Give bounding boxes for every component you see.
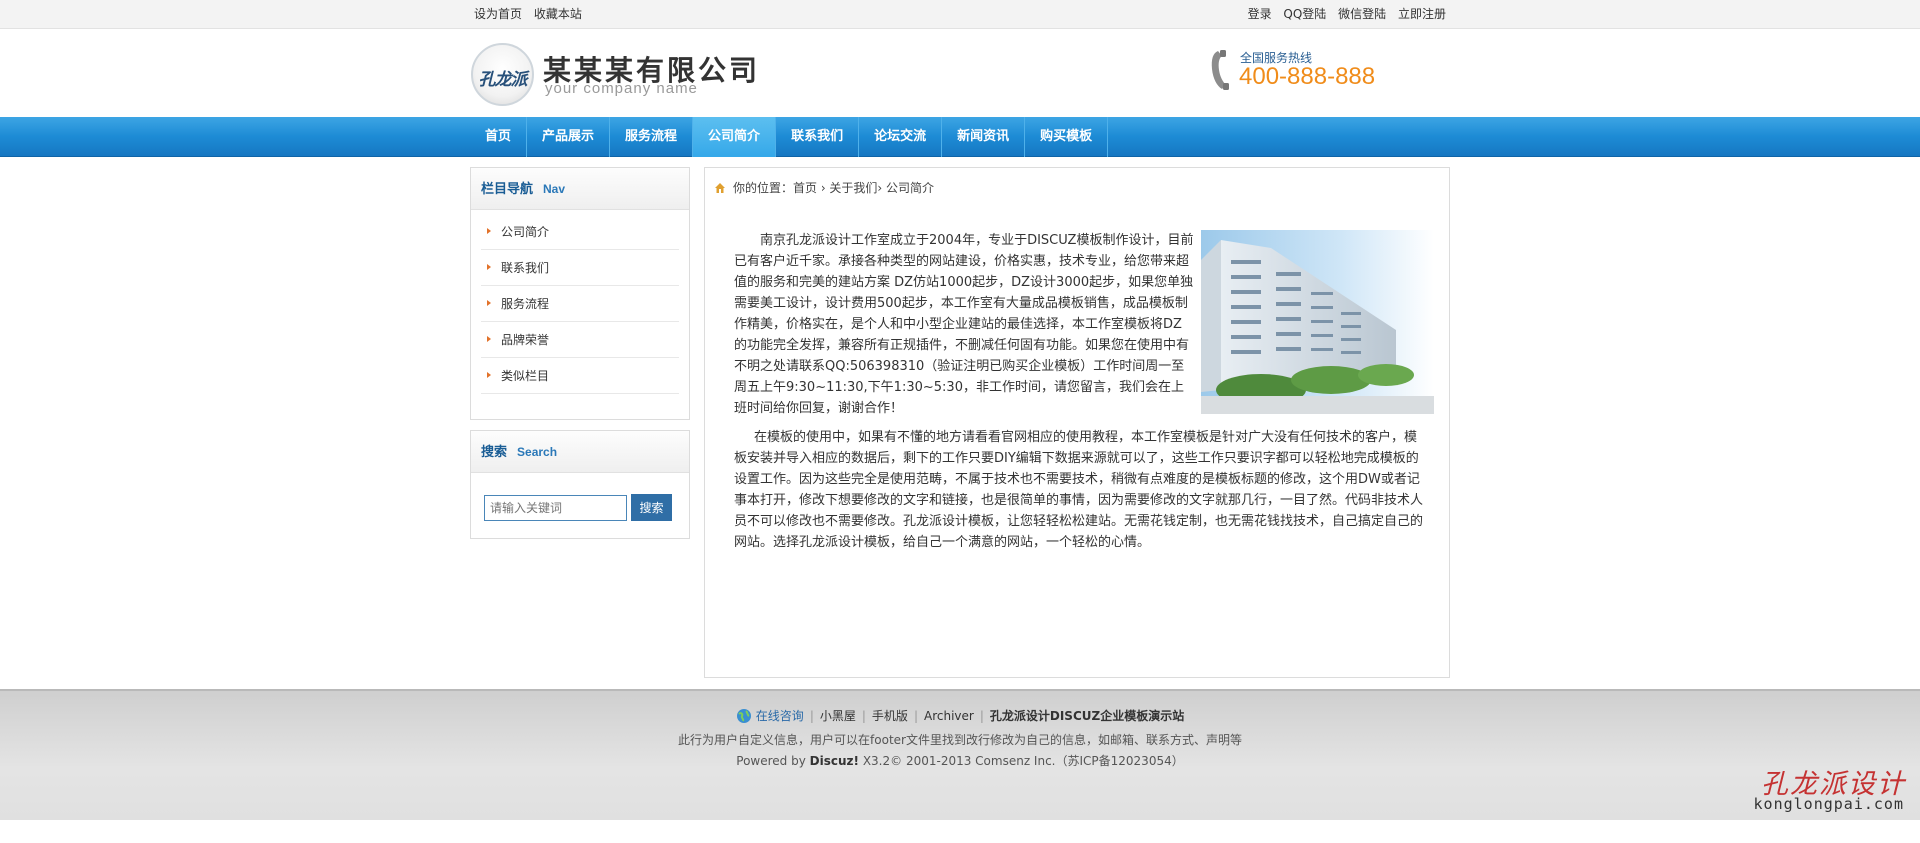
sidebar-item-label: 服务流程 (501, 297, 550, 311)
top-bar: 设为首页 收藏本站 登录 QQ登陆 微信登陆 立即注册 (0, 0, 1920, 29)
page-bottom-strip (0, 820, 1920, 843)
online-consult-button[interactable]: 在线咨询 (736, 707, 804, 724)
register-link[interactable]: 立即注册 (1398, 7, 1446, 21)
company-name-en: your company name (545, 80, 698, 97)
login-link[interactable]: 登录 (1248, 7, 1272, 21)
search-input[interactable] (484, 495, 627, 521)
globe-icon (736, 709, 751, 723)
qq-login-link[interactable]: QQ登陆 (1283, 7, 1326, 21)
copyright-text: X3.2© 2001-2013 Comsenz Inc.（苏ICP备120230… (862, 754, 1184, 768)
sidebar-item-label: 联系我们 (501, 261, 550, 275)
sidebar-search-box: 搜索 Search 搜索 (470, 430, 690, 539)
nav-company-intro[interactable]: 公司简介 (693, 117, 777, 157)
nav-buy-template[interactable]: 购买模板 (1025, 117, 1109, 157)
footer-separator: | (913, 709, 918, 723)
logo[interactable]: 孔龙派 (471, 43, 534, 106)
footer-link-archiver[interactable]: Archiver (924, 709, 974, 723)
footer-link-blacklist[interactable]: 小黑屋 (820, 709, 856, 723)
arrow-right-icon (487, 300, 491, 306)
footer-site-name-link[interactable]: 孔龙派设计DISCUZ企业模板演示站 (990, 709, 1184, 723)
main-nav-bar: 首页 产品展示 服务流程 公司简介 联系我们 论坛交流 新闻资讯 购买模板 (0, 117, 1920, 157)
top-bar-inner: 设为首页 收藏本站 登录 QQ登陆 微信登陆 立即注册 (471, 0, 1449, 29)
sidebar-item-contact[interactable]: 联系我们 (481, 250, 679, 286)
nav-service-process[interactable]: 服务流程 (610, 117, 694, 157)
footer-copyright: Powered by Discuz! X3.2© 2001-2013 Comse… (0, 752, 1920, 769)
top-bar-left: 设为首页 收藏本站 (474, 0, 590, 29)
footer-separator: | (979, 709, 984, 723)
sidebar-item-label: 类似栏目 (501, 369, 550, 383)
top-bar-right: 登录 QQ登陆 微信登陆 立即注册 (1248, 0, 1446, 29)
sidebar-nav-title: 栏目导航 (481, 182, 534, 197)
set-homepage-link[interactable]: 设为首页 (474, 7, 522, 21)
discuz-link[interactable]: Discuz! (810, 754, 859, 768)
main-nav: 首页 产品展示 服务流程 公司简介 联系我们 论坛交流 新闻资讯 购买模板 (471, 117, 1109, 157)
nav-news[interactable]: 新闻资讯 (942, 117, 1026, 157)
building-photo (1201, 230, 1434, 414)
sidebar-item-brand-honor[interactable]: 品牌荣誉 (481, 322, 679, 358)
main-content: 你的位置：首页 › 关于我们› 公司简介 南京孔龙派设计工作室成立于2004年，… (704, 167, 1450, 678)
bookmark-link[interactable]: 收藏本站 (534, 7, 582, 21)
watermark-en: konglongpai.com (1753, 795, 1904, 813)
breadcrumb-text: 你的位置：首页 › 关于我们› 公司简介 (733, 181, 935, 195)
site-header: 孔龙派 某某某有限公司 your company name 全国服务热线 400… (0, 29, 1920, 117)
hotline-number: 400-888-888 (1239, 63, 1376, 90)
footer-separator: | (809, 709, 814, 723)
nav-contact[interactable]: 联系我们 (776, 117, 860, 157)
sidebar-nav-header: 栏目导航 Nav (471, 168, 689, 210)
nav-products[interactable]: 产品展示 (527, 117, 611, 157)
footer-custom-info: 此行为用户自定义信息，用户可以在footer文件里找到改行修改为自己的信息，如邮… (678, 733, 1242, 747)
site-footer: 在线咨询 | 小黑屋 | 手机版 | Archiver | 孔龙派设计DISCUZ企业模板演示… (0, 689, 1920, 820)
sidebar-item-label: 公司简介 (501, 225, 550, 239)
sidebar-search-title: 搜索 (481, 445, 508, 460)
sidebar-item-label: 品牌荣誉 (501, 333, 550, 347)
sidebar-nav-box: 栏目导航 Nav 公司简介 联系我们 服务流程 品牌荣誉 类似栏目 (470, 167, 690, 420)
breadcrumb: 你的位置：首页 › 关于我们› 公司简介 (715, 178, 934, 198)
article-paragraph-2: 在模板的使用中，如果有不懂的地方请看看官网相应的使用教程，本工作室模板是针对广大… (734, 430, 1424, 550)
online-consult-label: 在线咨询 (755, 709, 804, 723)
footer-links: 在线咨询 | 小黑屋 | 手机版 | Archiver | 孔龙派设计DISCUZ企业模板演示… (0, 707, 1920, 724)
watermark: 孔龙派设计 konglongpai.com (1730, 752, 1920, 822)
logo-text: 孔龙派 (478, 70, 528, 90)
home-icon (715, 183, 725, 193)
sidebar-search-header: 搜索 Search (471, 431, 689, 473)
phone-icon (1211, 50, 1229, 90)
arrow-right-icon (487, 228, 491, 234)
search-button[interactable]: 搜索 (631, 494, 672, 521)
sidebar-search-title-en: Search (517, 445, 558, 459)
footer-separator: | (861, 709, 866, 723)
arrow-right-icon (487, 372, 491, 378)
sidebar-nav-title-en: Nav (543, 182, 566, 196)
sidebar-item-company-intro[interactable]: 公司简介 (481, 214, 679, 250)
nav-home[interactable]: 首页 (471, 117, 528, 157)
nav-forum[interactable]: 论坛交流 (859, 117, 943, 157)
sidebar-item-similar[interactable]: 类似栏目 (481, 358, 679, 394)
arrow-right-icon (487, 336, 491, 342)
powered-by-prefix: Powered by (736, 754, 806, 768)
sidebar-item-service-process[interactable]: 服务流程 (481, 286, 679, 322)
arrow-right-icon (487, 264, 491, 270)
article-paragraph-1: 南京孔龙派设计工作室成立于2004年，专业于DISCUZ模板制作设计，目前已有客… (734, 233, 1194, 416)
article-body: 南京孔龙派设计工作室成立于2004年，专业于DISCUZ模板制作设计，目前已有客… (734, 230, 1434, 553)
sidebar-nav-list: 公司简介 联系我们 服务流程 品牌荣誉 类似栏目 (471, 210, 689, 402)
footer-link-mobile[interactable]: 手机版 (872, 709, 908, 723)
wechat-login-link[interactable]: 微信登陆 (1338, 7, 1386, 21)
